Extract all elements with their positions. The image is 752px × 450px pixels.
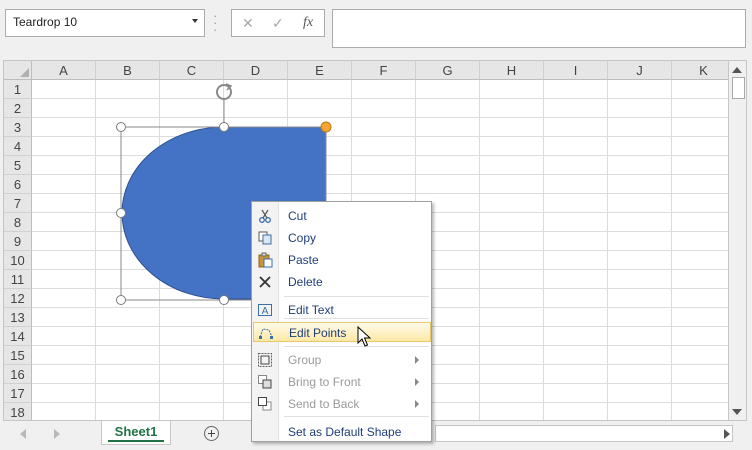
- menu-item-label: Set as Default Shape: [288, 425, 402, 439]
- paste-icon: [257, 252, 273, 268]
- delete-x-icon: [257, 274, 273, 290]
- menu-item-paste[interactable]: Paste: [253, 250, 431, 270]
- resize-handle[interactable]: [116, 208, 126, 218]
- menu-item-group[interactable]: Group: [253, 350, 431, 370]
- menu-item-delete[interactable]: Delete: [253, 272, 431, 292]
- menu-item-edit-text[interactable]: A Edit Text: [253, 300, 431, 320]
- resize-handle[interactable]: [116, 122, 126, 132]
- menu-item-label: Paste: [288, 253, 319, 267]
- submenu-arrow-icon: [415, 378, 419, 386]
- group-icon: [257, 352, 273, 368]
- send-to-back-icon: [257, 396, 273, 412]
- resize-handle[interactable]: [219, 295, 229, 305]
- menu-item-label: Group: [288, 353, 322, 367]
- add-sheet-icon[interactable]: [204, 426, 219, 441]
- menu-separator: [284, 318, 429, 319]
- edit-text-icon: A: [257, 302, 273, 318]
- resize-handle[interactable]: [116, 295, 126, 305]
- rotate-handle[interactable]: [216, 83, 233, 127]
- menu-item-label: Delete: [288, 275, 323, 289]
- vertical-scrollbar[interactable]: [729, 60, 747, 421]
- menu-item-label: Bring to Front: [288, 375, 361, 389]
- menu-separator: [284, 416, 429, 417]
- menu-item-send-to-back[interactable]: Send to Back: [253, 394, 431, 414]
- menu-item-bring-to-front[interactable]: Bring to Front: [253, 372, 431, 392]
- submenu-arrow-icon: [415, 400, 419, 408]
- copy-icon: [257, 230, 273, 246]
- menu-item-set-as-default-shape[interactable]: Set as Default Shape: [253, 422, 431, 442]
- next-sheet-icon[interactable]: [54, 429, 60, 439]
- context-menu: Cut Copy Paste Delete A Edit Text Edit Points G…: [251, 201, 432, 442]
- adjustment-handle[interactable]: [320, 121, 332, 133]
- menu-item-label: Copy: [288, 231, 317, 245]
- menu-item-edit-points[interactable]: Edit Points: [253, 322, 431, 342]
- scroll-right-icon[interactable]: [724, 429, 730, 439]
- scroll-down-icon[interactable]: [732, 409, 742, 415]
- menu-item-label: Cut: [288, 209, 307, 223]
- menu-item-label: Send to Back: [288, 397, 360, 411]
- edit-points-icon: [258, 325, 274, 341]
- scissors-icon: [257, 208, 273, 224]
- menu-item-label: Edit Text: [288, 303, 334, 317]
- vertical-scroll-thumb[interactable]: [732, 77, 745, 99]
- svg-text:A: A: [262, 306, 269, 317]
- resize-handle[interactable]: [219, 122, 229, 132]
- horizontal-scrollbar[interactable]: [435, 425, 733, 442]
- menu-item-label: Edit Points: [289, 326, 347, 340]
- scroll-up-icon[interactable]: [732, 67, 742, 73]
- menu-item-copy[interactable]: Copy: [253, 228, 431, 248]
- mouse-pointer-icon: [357, 326, 371, 347]
- menu-item-cut[interactable]: Cut: [253, 206, 431, 226]
- previous-sheet-icon[interactable]: [20, 429, 26, 439]
- submenu-arrow-icon: [415, 356, 419, 364]
- bring-to-front-icon: [257, 374, 273, 390]
- sheet-tab-sheet1[interactable]: Sheet1: [101, 421, 171, 445]
- menu-separator: [284, 296, 429, 297]
